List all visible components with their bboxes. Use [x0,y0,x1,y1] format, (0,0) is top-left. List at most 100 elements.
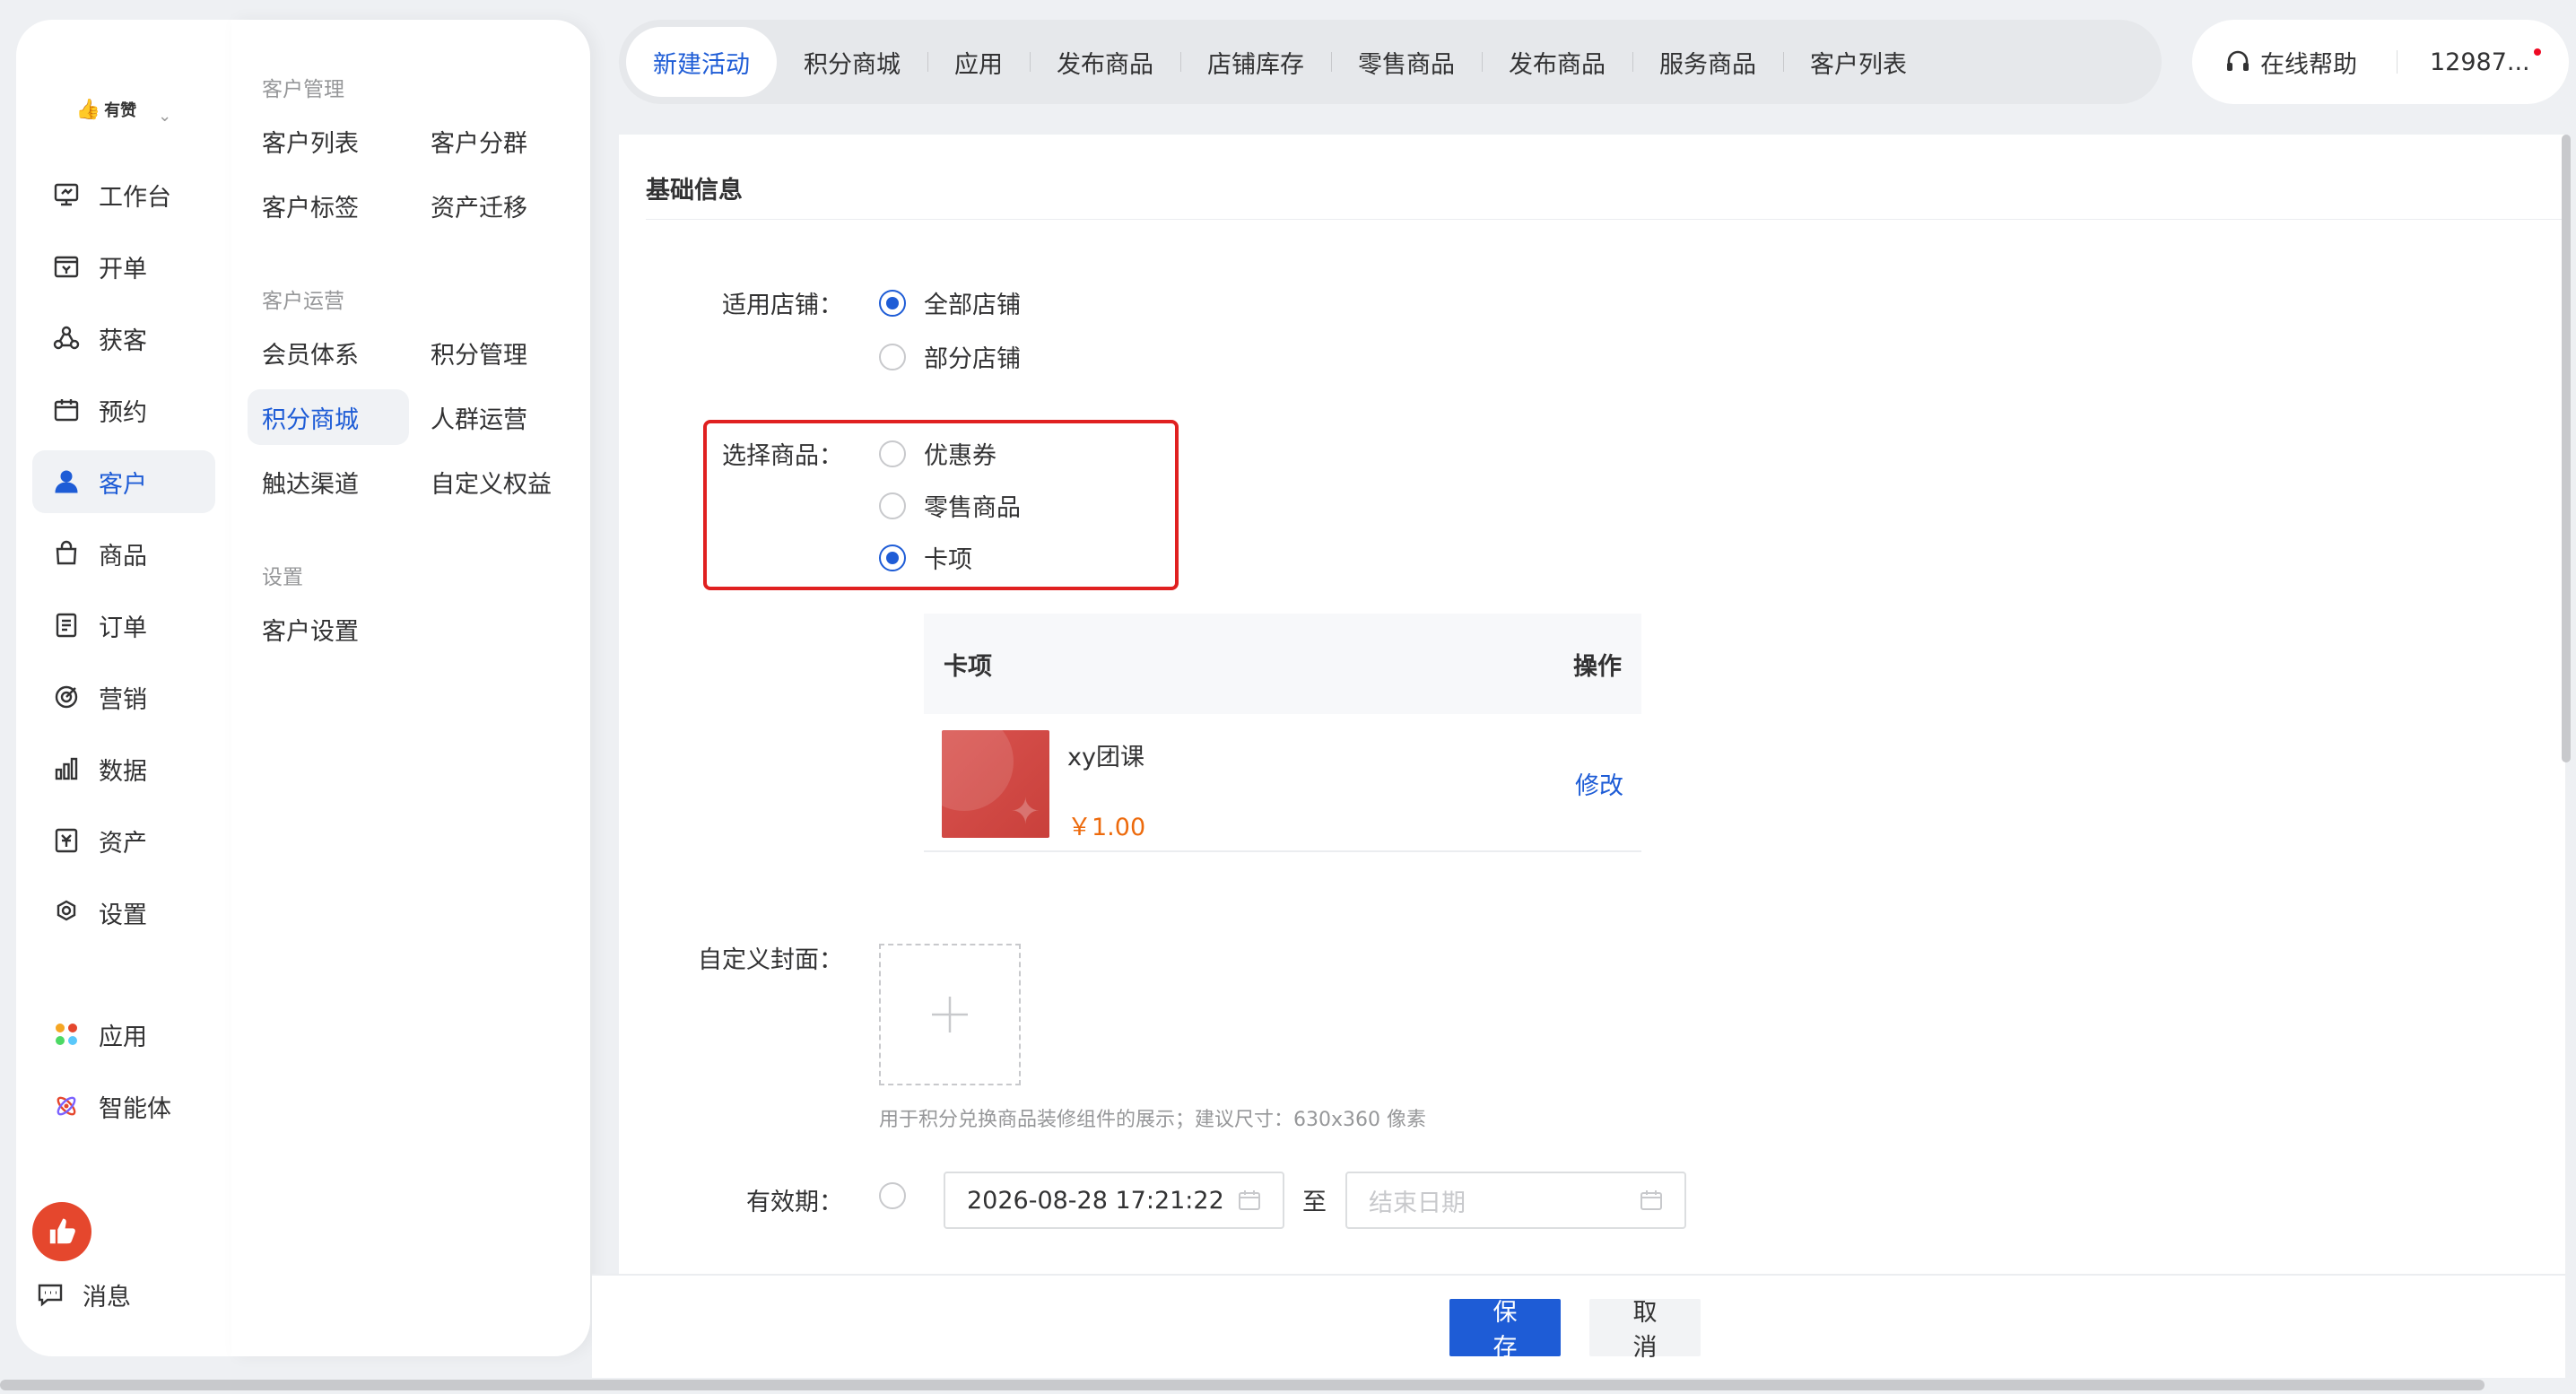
subnav-item-points-manage[interactable]: 积分管理 [416,325,578,380]
store-label: 适用店铺： [722,292,843,319]
subnav-item-customer-settings[interactable]: 客户设置 [248,601,409,657]
horizontal-scrollbar[interactable] [0,1380,2485,1390]
card-item-table: 卡项 操作 ✦ xy团课 ￥1.00 修改 [924,614,1641,852]
help-label: 在线帮助 [2260,50,2357,79]
user-account-menu[interactable]: 12987... [2430,48,2541,76]
tab-points-mall[interactable]: 积分商城 [777,27,927,97]
start-date-input[interactable]: 2026-08-28 17:21:22 [944,1172,1284,1229]
radio-store-part[interactable]: 部分店铺 [879,339,1021,374]
radio-checked[interactable] [879,544,906,571]
target-icon [52,683,81,711]
tab-service-goods[interactable]: 服务商品 [1632,27,1783,97]
asset-icon [52,826,81,855]
subnav-item-crowd-ops[interactable]: 人群运营 [416,389,578,445]
cover-label: 自定义封面： [698,946,843,974]
vertical-scrollbar[interactable] [2562,135,2571,762]
radio-label: 部分店铺 [924,345,1021,373]
message-area: 消息 [16,1263,199,1335]
nav-label: 应用 [99,1023,147,1051]
nav-item-workbench[interactable]: 工作台 [32,163,215,226]
nav-item-appointment[interactable]: 预约 [32,379,215,441]
calendar-icon [1640,1190,1662,1210]
top-right-bar: 在线帮助 12987... [2192,20,2569,104]
tab-customer-list[interactable]: 客户列表 [1783,27,1934,97]
primary-nav: 工作台 开单 获客 预约 客户 商品 订单 营销 数据 资产 设置 [32,163,215,953]
thumbs-up-icon [49,1218,75,1244]
tab-new-activity[interactable]: 新建活动 [626,27,777,97]
radio-label: 卡项 [924,546,972,574]
radio-store-all[interactable]: 全部店铺 [879,285,1021,320]
subnav-item-custom-rights[interactable]: 自定义权益 [416,454,578,510]
subnav-item-customer-tag[interactable]: 客户标签 [248,178,409,233]
radio-validity[interactable] [879,1182,906,1209]
plus-icon [932,997,968,1032]
subnav-item-reach-channel[interactable]: 触达渠道 [248,454,409,510]
goods-label: 选择商品： [722,442,843,470]
nav-item-settings[interactable]: 设置 [32,881,215,944]
radio-checked[interactable] [879,289,906,317]
radio-label: 全部店铺 [924,292,1021,319]
secondary-sidebar: 客户管理 客户列表 客户分群 客户标签 资产迁移 客户运营 会员体系 积分管理 … [231,20,590,1356]
radio-goods-retail[interactable]: 零售商品 [879,488,1021,523]
primary-sidebar: 👍 有赞 ⌄ 工作台 开单 获客 预约 客户 商品 订单 营销 数据 资产 设置… [16,20,231,1356]
subnav-item-member-system[interactable]: 会员体系 [248,325,409,380]
nav-item-data[interactable]: 数据 [32,737,215,800]
divider [2397,50,2398,74]
section-title: 基础信息 [646,177,743,205]
radio-unchecked[interactable] [879,440,906,467]
nav-item-acquire[interactable]: 获客 [32,307,215,370]
save-button[interactable]: 保存 [1449,1299,1561,1362]
page-tabs: 新建活动 积分商城 应用 发布商品 店铺库存 零售商品 发布商品 服务商品 客户… [619,20,2162,104]
cover-upload[interactable] [879,944,1021,1085]
tab-retail-goods[interactable]: 零售商品 [1331,27,1482,97]
end-date-placeholder: 结束日期 [1369,1189,1466,1217]
user-icon [52,467,81,496]
gear-icon [52,898,81,927]
end-date-input[interactable]: 结束日期 [1345,1172,1686,1229]
nav-item-agent[interactable]: 智能体 [32,1075,215,1137]
subnav-group-title: 客户管理 [262,78,344,101]
calendar-icon [52,396,81,424]
radio-goods-card[interactable]: 卡项 [879,540,972,575]
column-header-action: 操作 [1573,652,1622,681]
nav-item-orders[interactable]: 订单 [32,594,215,657]
radio-unchecked[interactable] [879,343,906,370]
thumbnail-decoration [942,730,1014,811]
nav-item-goods[interactable]: 商品 [32,522,215,585]
user-name: 12987... [2430,48,2530,76]
nav-item-assets[interactable]: 资产 [32,809,215,872]
nav-label: 营销 [99,685,147,714]
subnav-item-asset-migrate[interactable]: 资产迁移 [416,178,578,233]
tab-publish-goods-2[interactable]: 发布商品 [1482,27,1632,97]
radio-goods-coupon[interactable]: 优惠券 [879,436,996,471]
brand-logo: 👍 有赞 [76,98,136,121]
nav-item-customer[interactable]: 客户 [32,450,215,513]
item-thumbnail: ✦ [942,730,1049,838]
cancel-button[interactable]: 取消 [1589,1299,1701,1362]
nav-item-apps[interactable]: 应用 [32,1003,215,1066]
nav-label: 订单 [99,614,147,642]
tab-apps[interactable]: 应用 [927,27,1030,97]
subnav-group-title: 客户运营 [262,290,344,313]
subnav-item-customer-group[interactable]: 客户分群 [416,113,578,169]
edit-link[interactable]: 修改 [1575,766,1623,801]
nav-label: 工作台 [99,183,171,212]
start-date-value: 2026-08-28 17:21:22 [967,1186,1224,1215]
tab-store-inventory[interactable]: 店铺库存 [1180,27,1331,97]
cover-hint: 用于积分兑换商品装修组件的展示；建议尺寸：630x360 像素 [879,1109,1426,1131]
online-help-button[interactable]: 在线帮助 [2224,45,2357,80]
subnav-item-customer-list[interactable]: 客户列表 [248,113,409,169]
avatar[interactable] [32,1202,91,1261]
radio-unchecked[interactable] [879,1182,906,1209]
radio-unchecked[interactable] [879,492,906,519]
brand[interactable]: 👍 有赞 ⌄ [16,83,231,136]
tab-publish-goods[interactable]: 发布商品 [1030,27,1180,97]
nav-item-marketing[interactable]: 营销 [32,666,215,728]
radio-label: 零售商品 [924,494,1021,522]
subnav-item-points-mall[interactable]: 积分商城 [248,389,409,445]
nav-item-order-create[interactable]: 开单 [32,235,215,298]
main-content: 基础信息 适用店铺： 全部店铺 部分店铺 选择商品： 优惠券 零售商品 卡项 卡… [619,135,2565,1274]
headset-icon [2227,50,2249,71]
nav-item-messages[interactable]: 消息 [16,1263,199,1326]
chevron-down-icon[interactable]: ⌄ [158,107,171,126]
